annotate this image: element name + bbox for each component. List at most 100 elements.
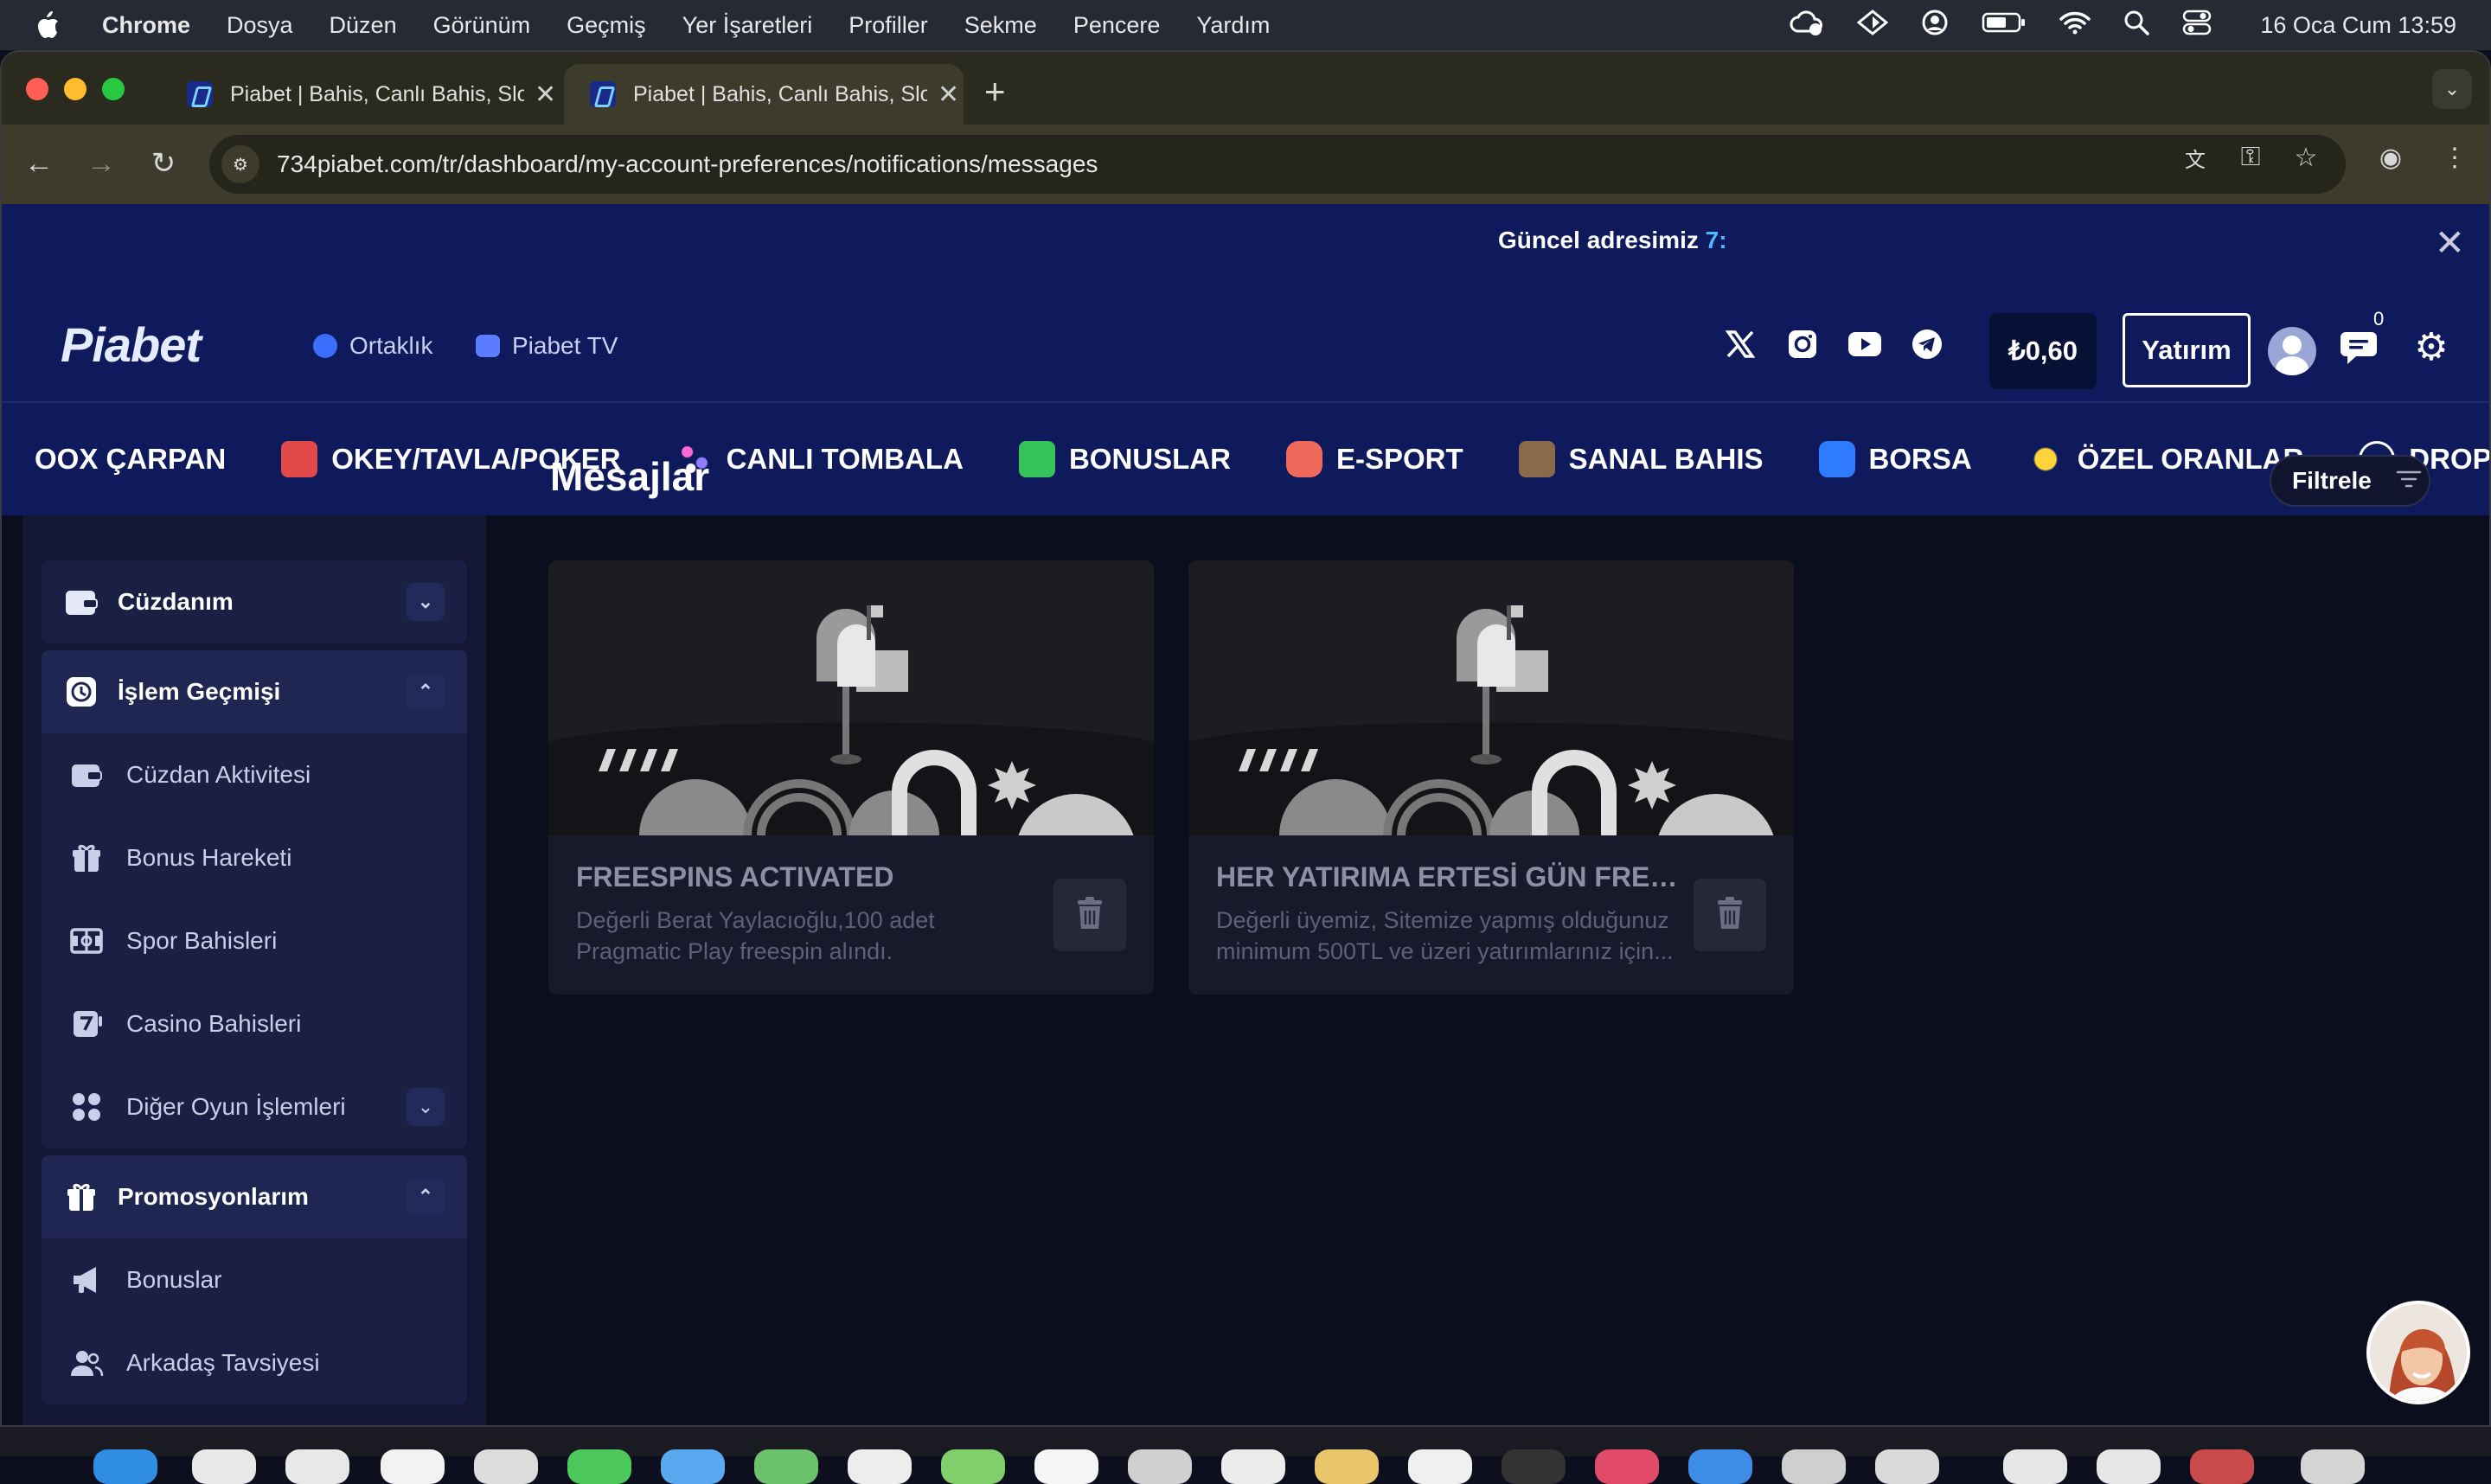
close-window-button[interactable] <box>26 78 48 100</box>
dock-app-icon[interactable] <box>1315 1449 1379 1484</box>
sidebar-item-sports-bets[interactable]: Spor Bahisleri <box>42 899 467 982</box>
menu-pencere[interactable]: Pencere <box>1073 12 1161 39</box>
close-announcement-icon[interactable]: ✕ <box>2435 221 2465 264</box>
dock-app-icon[interactable] <box>1688 1449 1752 1484</box>
chrome-menu-icon[interactable]: ⋮ <box>2439 142 2470 173</box>
filter-button[interactable]: Filtrele <box>2270 455 2430 507</box>
site-settings-icon[interactable]: ⚙ <box>221 145 259 183</box>
chevron-up-icon[interactable]: ⌃ <box>407 673 445 711</box>
url-text[interactable]: 734piabet.com/tr/dashboard/my-account-pr… <box>277 150 1098 178</box>
address-bar[interactable]: ⚙ 734piabet.com/tr/dashboard/my-account-… <box>209 135 2346 194</box>
creative-cloud-icon[interactable] <box>1790 9 1824 42</box>
category-e-sport[interactable]: E-SPORT <box>1285 441 1463 477</box>
translate-icon[interactable]: 文 <box>2180 142 2211 173</box>
dock-app-icon[interactable] <box>1408 1449 1472 1484</box>
user-avatar-icon[interactable] <box>2268 327 2316 375</box>
dock-app-icon[interactable] <box>2097 1449 2161 1484</box>
sidebar-item-refer-friend[interactable]: Arkadaş Tavsiyesi <box>42 1321 467 1404</box>
zoom-window-button[interactable] <box>102 78 125 100</box>
minimize-window-button[interactable] <box>64 78 86 100</box>
category-borsa[interactable]: BORSA <box>1818 441 1972 477</box>
menu-duzen[interactable]: Düzen <box>330 12 397 39</box>
wifi-icon[interactable] <box>2059 10 2091 41</box>
extension-icon[interactable] <box>1856 9 1889 42</box>
nav-piabet-tv[interactable]: Piabet TV <box>476 332 618 360</box>
delete-message-button[interactable] <box>1694 879 1766 951</box>
menu-profiller[interactable]: Profiller <box>848 12 928 39</box>
delete-message-button[interactable] <box>1053 879 1126 951</box>
chevron-down-icon[interactable]: ⌄ <box>407 1088 445 1126</box>
menu-yardim[interactable]: Yardım <box>1196 12 1270 39</box>
dock-app-icon[interactable] <box>285 1449 349 1484</box>
menu-yer-isaretleri[interactable]: Yer İşaretleri <box>682 12 813 39</box>
category-ozel-oranlar[interactable]: ÖZEL ORANLAR <box>2027 441 2303 477</box>
youtube-icon[interactable] <box>1847 327 1882 361</box>
nav-ortaklik[interactable]: Ortaklık <box>313 332 432 360</box>
dock-app-icon[interactable] <box>1502 1449 1566 1484</box>
settings-gear-icon[interactable]: ⚙ <box>2411 326 2451 368</box>
dock-app-icon[interactable] <box>661 1449 725 1484</box>
user-circle-icon[interactable] <box>1921 9 1949 42</box>
chevron-up-icon[interactable]: ⌃ <box>407 1178 445 1216</box>
sidebar-item-casino-bets[interactable]: Casino Bahisleri <box>42 982 467 1065</box>
browser-tab-2-active[interactable]: Piabet | Bahis, Canlı Bahis, Slot ✕ <box>564 64 964 125</box>
password-key-icon[interactable]: ⚿ <box>2235 142 2266 173</box>
dock-app-icon[interactable] <box>1034 1449 1098 1484</box>
menu-app-chrome[interactable]: Chrome <box>102 12 190 39</box>
dock-app-icon[interactable] <box>1875 1449 1939 1484</box>
spotlight-search-icon[interactable] <box>2123 10 2150 42</box>
dock-app-icon[interactable] <box>2003 1449 2067 1484</box>
sidebar-item-bonuses[interactable]: Bonuslar <box>42 1238 467 1321</box>
close-tab-icon[interactable]: ✕ <box>938 80 959 110</box>
dock-app-icon[interactable] <box>567 1449 631 1484</box>
apple-icon[interactable] <box>35 0 76 50</box>
menu-gorunum[interactable]: Görünüm <box>433 12 531 39</box>
dock-app-icon[interactable] <box>381 1449 445 1484</box>
bookmark-star-icon[interactable]: ☆ <box>2290 142 2321 173</box>
sidebar-item-wallet[interactable]: Cüzdanım ⌄ <box>42 560 467 643</box>
sidebar-item-other-games[interactable]: Diğer Oyun İşlemleri ⌄ <box>42 1065 467 1148</box>
sidebar-item-history[interactable]: İşlem Geçmişi ⌃ <box>42 650 467 733</box>
menu-clock[interactable]: 16 Oca Cum 13:59 <box>2260 12 2456 39</box>
sidebar-item-wallet-activity[interactable]: Cüzdan Aktivitesi <box>42 733 467 816</box>
profile-icon[interactable]: ◉ <box>2375 142 2406 173</box>
category-bonuslar[interactable]: BONUSLAR <box>1018 441 1231 477</box>
sidebar-item-promotions[interactable]: Promosyonlarım ⌃ <box>42 1155 467 1238</box>
dock-app-icon[interactable] <box>941 1449 1005 1484</box>
menu-dosya[interactable]: Dosya <box>227 12 293 39</box>
chevron-down-icon[interactable]: ⌄ <box>407 583 445 621</box>
deposit-button[interactable]: Yatırım <box>2123 313 2251 387</box>
new-tab-button[interactable]: + <box>984 71 1006 112</box>
back-button[interactable]: ← <box>19 144 59 183</box>
dock-app-icon[interactable] <box>1595 1449 1659 1484</box>
dock-app-icon[interactable] <box>1782 1449 1846 1484</box>
instagram-icon[interactable] <box>1785 327 1820 361</box>
dock-app-icon[interactable] <box>848 1449 912 1484</box>
dock-app-icon[interactable] <box>474 1449 538 1484</box>
category-sanal-bahis[interactable]: SANAL BAHIS <box>1518 441 1764 477</box>
browser-tab-1[interactable]: Piabet | Bahis, Canlı Bahis, Slot ✕ <box>161 64 559 125</box>
dock-app-icon[interactable] <box>1221 1449 1285 1484</box>
battery-icon[interactable] <box>1982 11 2027 40</box>
tab-search-button[interactable]: ⌄ <box>2432 69 2472 109</box>
live-support-avatar[interactable] <box>2366 1301 2470 1404</box>
dock-app-icon[interactable] <box>2190 1449 2254 1484</box>
reload-button[interactable]: ↻ <box>144 144 183 183</box>
menu-gecmis[interactable]: Geçmiş <box>567 12 646 39</box>
x-twitter-icon[interactable] <box>1723 327 1758 361</box>
control-center-icon[interactable] <box>2182 10 2212 42</box>
close-tab-icon[interactable]: ✕ <box>535 80 556 110</box>
forward-button[interactable]: → <box>81 144 121 183</box>
dock-app-icon[interactable] <box>754 1449 818 1484</box>
message-card[interactable]: HER YATIRIMA ERTESİ GÜN FREESPİN Değerli… <box>1188 560 1794 995</box>
category-carpan[interactable]: OOX ÇARPAN <box>35 443 226 476</box>
telegram-icon[interactable] <box>1910 327 1944 361</box>
dock-app-icon[interactable] <box>2301 1449 2365 1484</box>
dock-app-icon[interactable] <box>192 1449 256 1484</box>
dock-app-icon[interactable] <box>1128 1449 1192 1484</box>
menu-sekme[interactable]: Sekme <box>964 12 1037 39</box>
messages-chat-icon[interactable] <box>2341 329 2382 368</box>
message-card[interactable]: FREESPINS ACTIVATED Değerli Berat Yaylac… <box>548 560 1154 995</box>
sidebar-item-bonus-activity[interactable]: Bonus Hareketi <box>42 816 467 899</box>
piabet-logo[interactable]: Piabet <box>61 317 202 373</box>
